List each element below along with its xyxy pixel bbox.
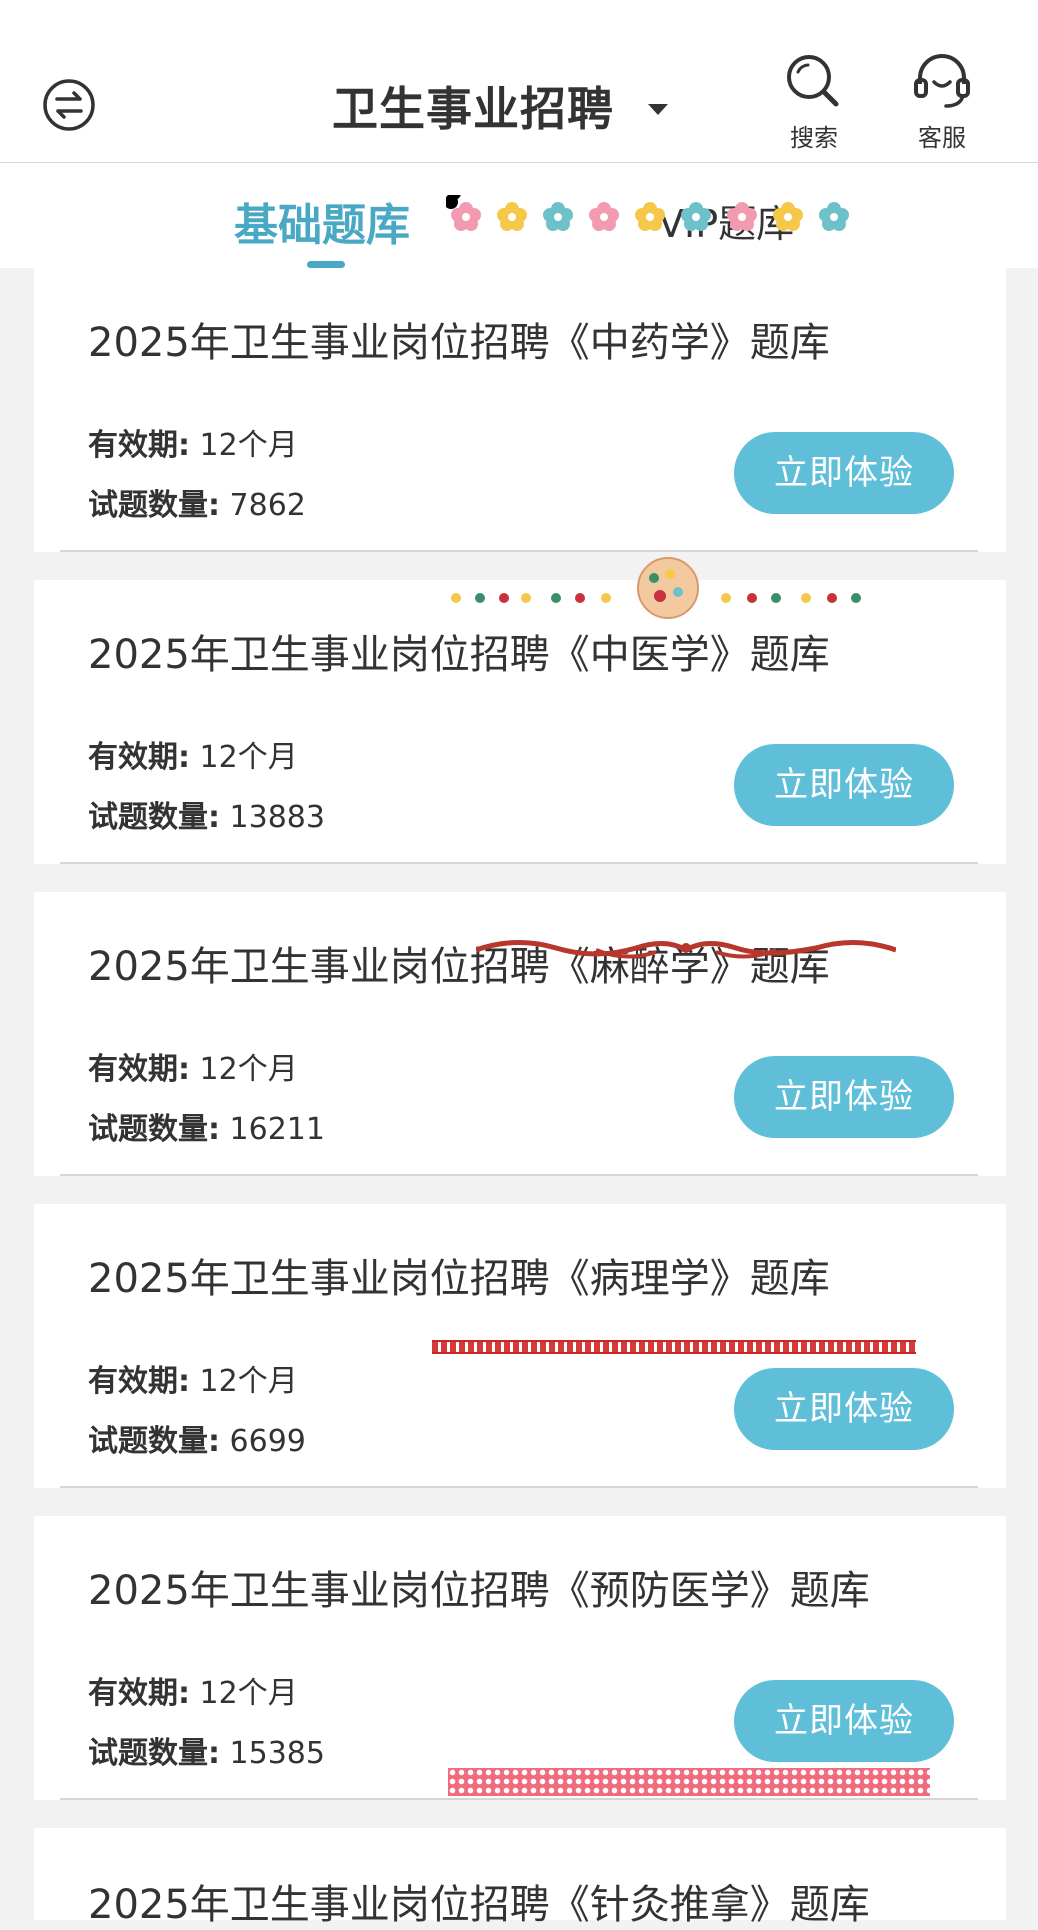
card-title: 2025年卫生事业岗位招聘《中药学》题库 [88, 320, 830, 366]
question-count-key: 试题数量: [88, 800, 220, 835]
card-divider [60, 862, 978, 864]
question-count-value: 6699 [229, 1424, 306, 1459]
search-button[interactable]: 搜索 [769, 52, 859, 153]
active-tab-indicator [307, 261, 345, 268]
validity-row: 有效期: 12个月 [88, 732, 298, 776]
validity-row: 有效期: 12个月 [88, 1356, 298, 1400]
validity-row: 有效期: 12个月 [88, 1668, 298, 1712]
service-label: 客服 [918, 124, 966, 152]
caret-down-icon [648, 103, 668, 115]
try-now-button[interactable]: 立即体验 [734, 1368, 954, 1450]
validity-row: 有效期: 12个月 [88, 1044, 298, 1088]
card-divider [60, 1798, 978, 1800]
validity-value: 12个月 [199, 740, 298, 775]
question-count-row: 试题数量: 7862 [88, 480, 306, 524]
tab-basic-question-bank[interactable]: 基础题库 [234, 189, 410, 253]
try-now-button[interactable]: 立即体验 [734, 1680, 954, 1762]
top-header: 卫生事业招聘 搜索 客服 [0, 0, 1038, 163]
question-count-row: 试题数量: 16211 [88, 1104, 325, 1148]
validity-row: 有效期: 12个月 [88, 420, 298, 464]
switch-arrows-icon[interactable] [42, 78, 96, 132]
card-divider [60, 1486, 978, 1488]
validity-key: 有效期: [88, 740, 190, 775]
validity-key: 有效期: [88, 428, 190, 463]
question-count-row: 试题数量: 13883 [88, 792, 325, 836]
question-bank-card: 2025年卫生事业岗位招聘《中医学》题库 有效期: 12个月 试题数量: 138… [34, 580, 1006, 864]
question-bank-card: 2025年卫生事业岗位招聘《中药学》题库 有效期: 12个月 试题数量: 786… [34, 268, 1006, 552]
customer-service-button[interactable]: 客服 [897, 52, 987, 153]
question-count-value: 13883 [229, 800, 325, 835]
validity-key: 有效期: [88, 1364, 190, 1399]
question-count-row: 试题数量: 6699 [88, 1416, 306, 1460]
question-bank-card: 2025年卫生事业岗位招聘《病理学》题库 有效期: 12个月 试题数量: 669… [34, 1204, 1006, 1488]
try-now-button[interactable]: 立即体验 [734, 432, 954, 514]
question-count-key: 试题数量: [88, 1424, 220, 1459]
question-count-value: 16211 [229, 1112, 325, 1147]
headset-icon [914, 54, 970, 108]
question-bank-card: 2025年卫生事业岗位招聘《预防医学》题库 有效期: 12个月 试题数量: 15… [34, 1516, 1006, 1800]
card-divider [60, 550, 978, 552]
search-label: 搜索 [790, 124, 838, 152]
question-bank-card: 2025年卫生事业岗位招聘《针灸推拿》题库 [34, 1828, 1006, 1928]
card-title: 2025年卫生事业岗位招聘《中医学》题库 [88, 632, 830, 678]
try-now-button[interactable]: 立即体验 [734, 744, 954, 826]
question-count-key: 试题数量: [88, 488, 220, 523]
question-count-value: 7862 [229, 488, 306, 523]
card-divider [60, 1174, 978, 1176]
question-count-row: 试题数量: 15385 [88, 1728, 325, 1772]
card-title: 2025年卫生事业岗位招聘《针灸推拿》题库 [88, 1882, 870, 1928]
validity-key: 有效期: [88, 1052, 190, 1087]
validity-value: 12个月 [199, 1364, 298, 1399]
try-now-button[interactable]: 立即体验 [734, 1056, 954, 1138]
validity-value: 12个月 [199, 428, 298, 463]
tab-vip-question-bank[interactable]: VIP题库 [658, 193, 794, 248]
card-title: 2025年卫生事业岗位招聘《病理学》题库 [88, 1256, 830, 1302]
question-count-key: 试题数量: [88, 1736, 220, 1771]
question-count-key: 试题数量: [88, 1112, 220, 1147]
validity-value: 12个月 [199, 1676, 298, 1711]
search-icon [787, 55, 839, 107]
question-count-value: 15385 [229, 1736, 325, 1771]
card-title: 2025年卫生事业岗位招聘《预防医学》题库 [88, 1568, 870, 1614]
flower-decoration [446, 195, 849, 231]
question-bank-card: 2025年卫生事业岗位招聘《麻醉学》题库 有效期: 12个月 试题数量: 162… [34, 892, 1006, 1176]
tab-bar: 基础题库 VIP题库 [0, 163, 1038, 268]
card-title: 2025年卫生事业岗位招聘《麻醉学》题库 [88, 944, 830, 990]
page-title: 卫生事业招聘 [332, 82, 614, 136]
exam-category-selector[interactable]: 卫生事业招聘 [332, 78, 668, 136]
validity-value: 12个月 [199, 1052, 298, 1087]
validity-key: 有效期: [88, 1676, 190, 1711]
